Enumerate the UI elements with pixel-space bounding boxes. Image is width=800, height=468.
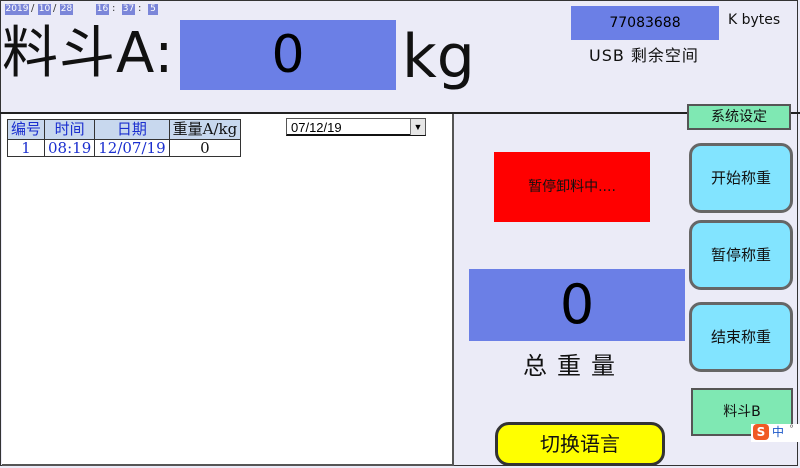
cell-weight: 0: [168, 139, 242, 157]
pause-weighing-button[interactable]: 暂停称重: [689, 220, 793, 290]
total-weight-label: 总重量: [523, 352, 625, 380]
dropdown-arrow-icon[interactable]: ▼: [410, 119, 425, 135]
cell-id: 1: [6, 139, 46, 157]
start-weighing-button[interactable]: 开始称重: [689, 143, 793, 213]
hopper-a-label: 料斗A:: [2, 21, 175, 86]
date-separator: /: [53, 3, 57, 14]
cell-time: 08:19: [44, 139, 96, 157]
date-filter-value: 07/12/19: [291, 120, 342, 135]
usb-free-space-label: USB 剩余空间: [589, 46, 699, 65]
end-weighing-button[interactable]: 结束称重: [689, 302, 793, 372]
time-separator: :: [112, 3, 116, 14]
column-header-date: 日期: [94, 119, 170, 140]
cell-date: 12/07/19: [94, 139, 170, 157]
second-field: 5: [148, 4, 158, 15]
records-panel: 编号 时间 日期 重量A/kg 1 08:19 12/07/19 0 07/12…: [2, 114, 454, 466]
time-separator: :: [138, 3, 142, 14]
weight-unit: kg: [402, 22, 475, 92]
year-field: 2019: [5, 4, 29, 15]
sogou-ime-icon[interactable]: S: [753, 424, 769, 440]
records-table: 编号 时间 日期 重量A/kg 1 08:19 12/07/19 0: [6, 119, 242, 157]
usb-free-space-value: 77083688: [571, 6, 719, 40]
date-filter-dropdown[interactable]: 07/12/19 ▼: [286, 118, 426, 136]
hopper-a-weight: 0: [180, 20, 396, 90]
ime-tray[interactable]: S 中 °: [751, 424, 800, 442]
ime-punctuation-icon[interactable]: °: [789, 424, 794, 436]
ime-mode-indicator[interactable]: 中: [772, 424, 784, 440]
day-field: 28: [60, 4, 73, 15]
usb-space-unit: K bytes: [728, 12, 781, 28]
system-settings-button[interactable]: 系统设定: [687, 104, 791, 130]
hour-field: 16: [96, 4, 109, 15]
column-header-time: 时间: [44, 119, 96, 140]
column-header-weight: 重量A/kg: [168, 119, 242, 140]
table-row[interactable]: 1 08:19 12/07/19 0: [6, 139, 242, 157]
switch-language-button[interactable]: 切换语言: [495, 422, 665, 466]
minute-field: 37: [122, 4, 135, 15]
table-header-row: 编号 时间 日期 重量A/kg: [6, 119, 242, 140]
unloading-status-indicator: 暂停卸料中....: [494, 152, 650, 222]
date-separator: /: [31, 3, 35, 14]
column-header-id: 编号: [6, 119, 46, 140]
month-field: 10: [38, 4, 51, 15]
total-weight-value: 0: [469, 269, 685, 341]
